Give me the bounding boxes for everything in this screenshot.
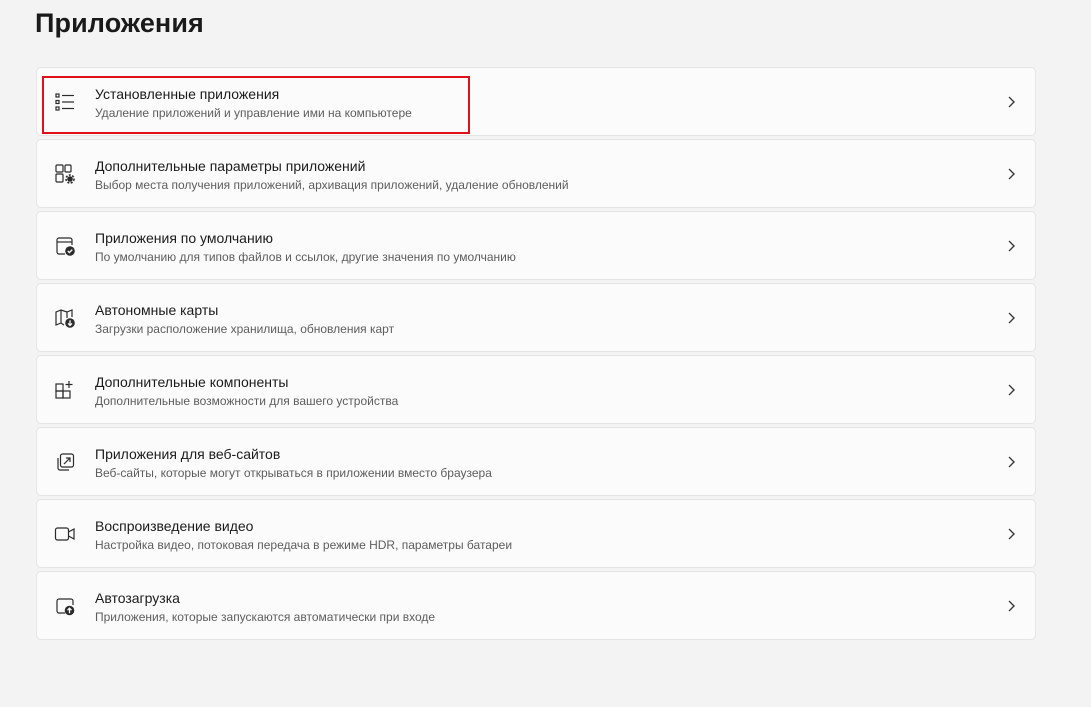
settings-item-advanced-app-settings[interactable]: Дополнительные параметры приложений Выбо… [36,139,1036,208]
chevron-right-icon [1008,384,1015,396]
settings-item-optional-features[interactable]: Дополнительные компоненты Дополнительные… [36,355,1036,424]
chevron-right-icon [1008,456,1015,468]
settings-item-description: Настройка видео, потоковая передача в ре… [95,538,513,552]
settings-item-title: Автозагрузка [95,590,180,606]
settings-item-video-playback[interactable]: Воспроизведение видео Настройка видео, п… [36,499,1036,568]
startup-arrow-icon [53,595,77,617]
chevron-right-icon [1008,96,1015,108]
settings-item-title: Приложения по умолчанию [95,230,273,246]
chevron-right-icon [1008,528,1015,540]
settings-item-apps-for-websites[interactable]: Приложения для веб-сайтов Веб-сайты, кот… [36,427,1036,496]
settings-item-title: Установленные приложения [95,86,280,102]
apps-settings-gear-icon [53,163,77,185]
chevron-right-icon [1008,312,1015,324]
settings-item-description: Удаление приложений и управление ими на … [95,106,412,120]
page-title: Приложения [35,8,204,38]
settings-item-title: Дополнительные параметры приложений [95,158,366,174]
chevron-right-icon [1008,168,1015,180]
video-camera-icon [53,523,77,545]
settings-item-description: Приложения, которые запускаются автомати… [95,610,436,624]
chevron-right-icon [1008,240,1015,252]
settings-list: Установленные приложения Удаление прилож… [36,67,1036,643]
settings-item-title: Воспроизведение видео [95,518,254,534]
settings-item-description: Загрузки расположение хранилища, обновле… [95,322,395,336]
settings-item-description: Веб-сайты, которые могут открываться в п… [95,466,492,480]
optional-features-add-icon [53,379,77,401]
settings-item-description: Дополнительные возможности для вашего ус… [95,394,399,408]
chevron-right-icon [1008,600,1015,612]
settings-item-description: Выбор места получения приложений, архива… [95,178,569,192]
web-app-open-icon [53,451,77,473]
settings-item-title: Приложения для веб-сайтов [95,446,281,462]
settings-item-description: По умолчанию для типов файлов и ссылок, … [95,250,516,264]
settings-item-title: Автономные карты [95,302,219,318]
default-apps-check-icon [53,235,77,257]
settings-item-offline-maps[interactable]: Автономные карты Загрузки расположение х… [36,283,1036,352]
settings-item-title: Дополнительные компоненты [95,374,289,390]
settings-item-installed-apps[interactable]: Установленные приложения Удаление прилож… [36,67,1036,136]
installed-apps-list-icon [53,91,77,113]
settings-item-startup[interactable]: Автозагрузка Приложения, которые запуска… [36,571,1036,640]
settings-item-default-apps[interactable]: Приложения по умолчанию По умолчанию для… [36,211,1036,280]
settings-page: Приложения Установленные приложения Удал… [0,0,1091,707]
offline-map-download-icon [53,307,77,329]
